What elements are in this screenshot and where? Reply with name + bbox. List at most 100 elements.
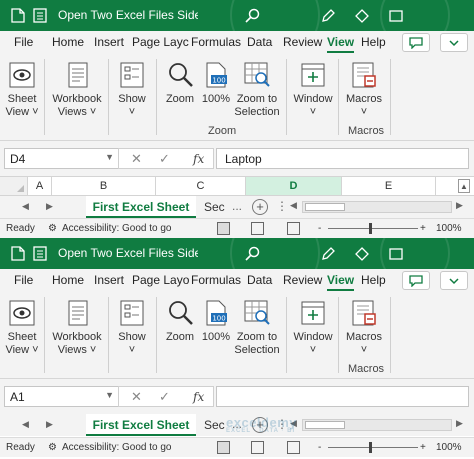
zoom-button[interactable]: Zoom — [162, 59, 198, 106]
function-icon[interactable]: fx — [193, 390, 204, 404]
diamond-icon[interactable] — [352, 244, 372, 264]
tab-file[interactable]: File — [14, 35, 33, 49]
workbook-views-button[interactable]: Workbook Views ˅ — [50, 59, 104, 119]
zoom-button[interactable]: Zoom — [162, 297, 198, 344]
add-sheet-icon[interactable]: + — [252, 199, 268, 215]
tab-help[interactable]: Help — [361, 273, 386, 287]
zoom-slider[interactable] — [328, 447, 418, 448]
window-button[interactable]: Window ˅ — [292, 297, 334, 357]
zoom-out-button[interactable]: - — [318, 223, 321, 234]
tab-file[interactable]: File — [14, 273, 33, 287]
collapse-button[interactable] — [440, 271, 468, 290]
page-break-view-icon[interactable] — [287, 441, 300, 454]
enter-icon[interactable]: ✓ — [159, 151, 170, 167]
tab-page-layout[interactable]: Page Layc — [132, 35, 189, 49]
cancel-icon[interactable]: ✕ — [131, 151, 142, 167]
sheet-view-button[interactable]: Sheet View ˅ — [4, 297, 40, 357]
normal-view-icon[interactable] — [217, 222, 230, 235]
tab-help[interactable]: Help — [361, 35, 386, 49]
page-break-view-icon[interactable] — [287, 222, 300, 235]
tab-home[interactable]: Home — [52, 35, 84, 49]
tab-home[interactable]: Home — [52, 273, 84, 287]
minimize-ribbon-icon[interactable] — [386, 6, 406, 26]
sheet-prev-icon[interactable]: ◀ — [22, 419, 29, 430]
name-box[interactable]: D4 ▼ — [4, 148, 120, 169]
accessibility-status[interactable]: Accessibility: Good to go — [62, 223, 172, 234]
page-layout-view-icon[interactable] — [251, 441, 264, 454]
show-button[interactable]: Show ˅ — [114, 297, 150, 357]
page-layout-view-icon[interactable] — [251, 222, 264, 235]
zoom-to-selection-button[interactable]: Zoom to Selection — [234, 59, 280, 119]
search-icon[interactable] — [243, 244, 263, 264]
workbook-views-button[interactable]: Workbook Views ˅ — [50, 297, 104, 357]
pen-icon[interactable] — [318, 6, 338, 26]
column-header-a[interactable]: A — [28, 177, 52, 195]
scroll-left-icon[interactable]: ◀ — [290, 200, 297, 211]
title-bar[interactable]: Open Two Excel Files Side by... — [0, 0, 474, 60]
window-button[interactable]: Window ˅ — [292, 59, 334, 119]
zoom-slider-thumb[interactable] — [369, 223, 372, 234]
tab-data[interactable]: Data — [247, 273, 272, 287]
macros-button[interactable]: Macros ˅ — [344, 59, 384, 119]
sheet-view-button[interactable]: Sheet View ˅ — [4, 59, 40, 119]
cancel-icon[interactable]: ✕ — [131, 389, 142, 405]
horizontal-scrollbar[interactable] — [302, 201, 452, 213]
sheet-next-icon[interactable]: ▶ — [46, 419, 53, 430]
tab-view[interactable]: View — [327, 35, 355, 53]
zoom-level[interactable]: 100% — [436, 442, 462, 453]
formula-input[interactable] — [216, 386, 469, 407]
sheet-tab-first[interactable]: First Excel Sheet — [86, 196, 196, 218]
normal-view-icon[interactable] — [217, 441, 230, 454]
zoom-100-button[interactable]: 100 100% — [200, 297, 232, 344]
sheet-next-icon[interactable]: ▶ — [46, 201, 53, 212]
zoom-100-button[interactable]: 100 100% — [200, 59, 232, 106]
zoom-slider-thumb[interactable] — [369, 442, 372, 453]
tab-insert[interactable]: Insert — [94, 273, 124, 287]
function-icon[interactable]: fx — [193, 152, 204, 166]
zoom-slider[interactable] — [328, 228, 418, 229]
split-icon[interactable]: ▲ — [458, 179, 470, 193]
share-button[interactable] — [402, 33, 430, 52]
chevron-down-icon[interactable]: ▼ — [105, 390, 114, 400]
tab-page-layout[interactable]: Page Layo — [132, 273, 189, 287]
tab-review[interactable]: Review — [283, 273, 322, 287]
horizontal-scrollbar[interactable] — [302, 419, 452, 431]
zoom-in-button[interactable]: + — [420, 223, 426, 234]
column-header-d[interactable]: D — [246, 177, 342, 195]
select-all-button[interactable] — [0, 177, 28, 195]
scroll-thumb[interactable] — [305, 421, 345, 429]
zoom-in-button[interactable]: + — [420, 442, 426, 453]
sheet-prev-icon[interactable]: ◀ — [22, 201, 29, 212]
show-button[interactable]: Show ˅ — [114, 59, 150, 119]
tab-data[interactable]: Data — [247, 35, 272, 49]
share-button[interactable] — [402, 271, 430, 290]
name-box[interactable]: A1 ▼ — [4, 386, 120, 407]
zoom-level[interactable]: 100% — [436, 223, 462, 234]
accessibility-status[interactable]: Accessibility: Good to go — [62, 442, 172, 453]
sheet-tab-second[interactable]: Sec — [204, 196, 230, 218]
tab-view[interactable]: View — [327, 273, 355, 291]
diamond-icon[interactable] — [352, 6, 372, 26]
formula-input[interactable]: Laptop — [216, 148, 469, 169]
pen-icon[interactable] — [318, 244, 338, 264]
macros-button[interactable]: Macros ˅ — [344, 297, 384, 357]
zoom-out-button[interactable]: - — [318, 442, 321, 453]
tab-review[interactable]: Review — [283, 35, 322, 49]
column-header-b[interactable]: B — [52, 177, 156, 195]
scroll-right-icon[interactable]: ▶ — [456, 418, 463, 429]
enter-icon[interactable]: ✓ — [159, 389, 170, 405]
tab-formulas[interactable]: Formulas — [191, 273, 241, 287]
scroll-right-icon[interactable]: ▶ — [456, 200, 463, 211]
collapse-button[interactable] — [440, 33, 468, 52]
search-icon[interactable] — [243, 6, 263, 26]
column-header-e[interactable]: E — [342, 177, 436, 195]
tab-formulas[interactable]: Formulas — [191, 35, 241, 49]
title-bar[interactable]: Open Two Excel Files Side by... — [0, 238, 474, 298]
zoom-to-selection-button[interactable]: Zoom to Selection — [234, 297, 280, 357]
sheet-tab-first[interactable]: First Excel Sheet — [86, 414, 196, 436]
chevron-down-icon[interactable]: ▼ — [105, 152, 114, 162]
more-sheets[interactable]: ... — [232, 199, 242, 213]
scroll-thumb[interactable] — [305, 203, 345, 211]
tab-insert[interactable]: Insert — [94, 35, 124, 49]
column-header-c[interactable]: C — [156, 177, 246, 195]
